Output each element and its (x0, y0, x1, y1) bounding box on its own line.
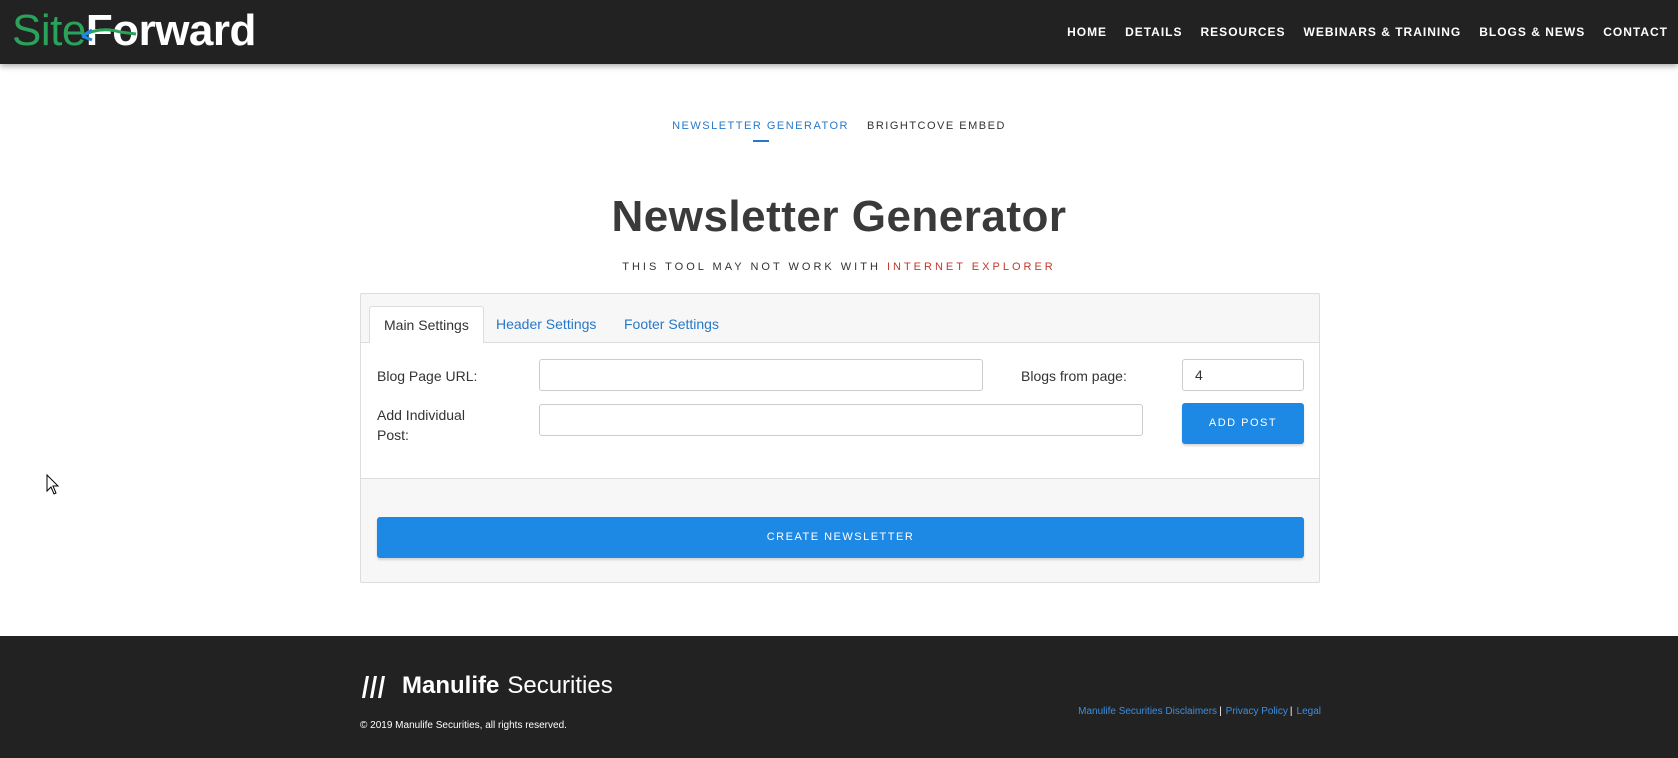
tab-header-settings[interactable]: Header Settings (482, 306, 610, 344)
blog-url-input[interactable] (539, 359, 983, 391)
add-post-label: Add Individual Post: (377, 407, 465, 443)
warning-highlight: INTERNET EXPLORER (886, 261, 1056, 273)
blogs-from-page-label: Blogs from page: (1021, 368, 1127, 384)
blog-url-label: Blog Page URL: (377, 368, 478, 384)
tab-newsletter-generator[interactable]: NEWSLETTER GENERATOR (672, 120, 849, 142)
link-separator: | (1219, 706, 1222, 717)
mouse-cursor-icon (46, 474, 60, 495)
top-nav-bar: SiteForward HOME DETAILS RESOURCES WEBIN… (0, 0, 1678, 64)
tool-tabs: NEWSLETTER GENERATOR BRIGHTCOVE EMBED (0, 120, 1678, 142)
nav-resources[interactable]: RESOURCES (1201, 25, 1286, 39)
nav-home[interactable]: HOME (1067, 25, 1107, 39)
ie-warning: THIS TOOL MAY NOT WORK WITH INTERNET EXP… (0, 261, 1678, 273)
logo-site-text: Site (12, 6, 86, 55)
nav-blogs-news[interactable]: BLOGS & NEWS (1479, 25, 1585, 39)
link-separator: | (1289, 706, 1293, 717)
nav-webinars-training[interactable]: WEBINARS & TRAINING (1304, 25, 1462, 39)
add-post-url-input[interactable] (539, 404, 1143, 436)
link-disclaimers[interactable]: Manulife Securities Disclaimers (1078, 706, 1217, 717)
page-title: Newsletter Generator (611, 192, 1067, 241)
main-settings-content: Blog Page URL: Blogs from page: 4 Add In… (361, 343, 1319, 479)
settings-tabs: Main Settings Header Settings Footer Set… (361, 294, 1319, 344)
manulife-securities-logo[interactable]: Manulife Securities (360, 672, 613, 700)
nav-contact[interactable]: CONTACT (1603, 25, 1668, 39)
link-legal[interactable]: Legal (1297, 706, 1321, 717)
manulife-brand: Manulife (402, 672, 500, 699)
add-post-button[interactable]: ADD POST (1182, 403, 1304, 444)
siteforward-logo[interactable]: SiteForward (12, 6, 256, 56)
blogs-from-page-input[interactable]: 4 (1182, 359, 1304, 391)
newsletter-settings-panel: Main Settings Header Settings Footer Set… (360, 293, 1320, 583)
site-footer: Manulife Securities © 2019 Manulife Secu… (0, 636, 1678, 758)
securities-text: Securities (507, 672, 613, 699)
create-newsletter-button[interactable]: CREATE NEWSLETTER (377, 517, 1304, 558)
link-privacy-policy[interactable]: Privacy Policy (1226, 706, 1288, 717)
manulife-m-icon (362, 676, 385, 698)
tab-main-settings[interactable]: Main Settings (369, 306, 484, 344)
logo-arrow-icon (81, 28, 137, 42)
copyright-text: © 2019 Manulife Securities, all rights r… (360, 720, 567, 731)
tab-footer-settings[interactable]: Footer Settings (610, 306, 733, 344)
footer-links: Manulife Securities Disclaimers | Privacy … (1078, 706, 1321, 717)
main-nav: HOME DETAILS RESOURCES WEBINARS & TRAINI… (1067, 0, 1668, 64)
tab-brightcove-embed[interactable]: BRIGHTCOVE EMBED (867, 120, 1006, 142)
warning-text: THIS TOOL MAY NOT WORK WITH (622, 261, 887, 273)
nav-details[interactable]: DETAILS (1125, 25, 1182, 39)
